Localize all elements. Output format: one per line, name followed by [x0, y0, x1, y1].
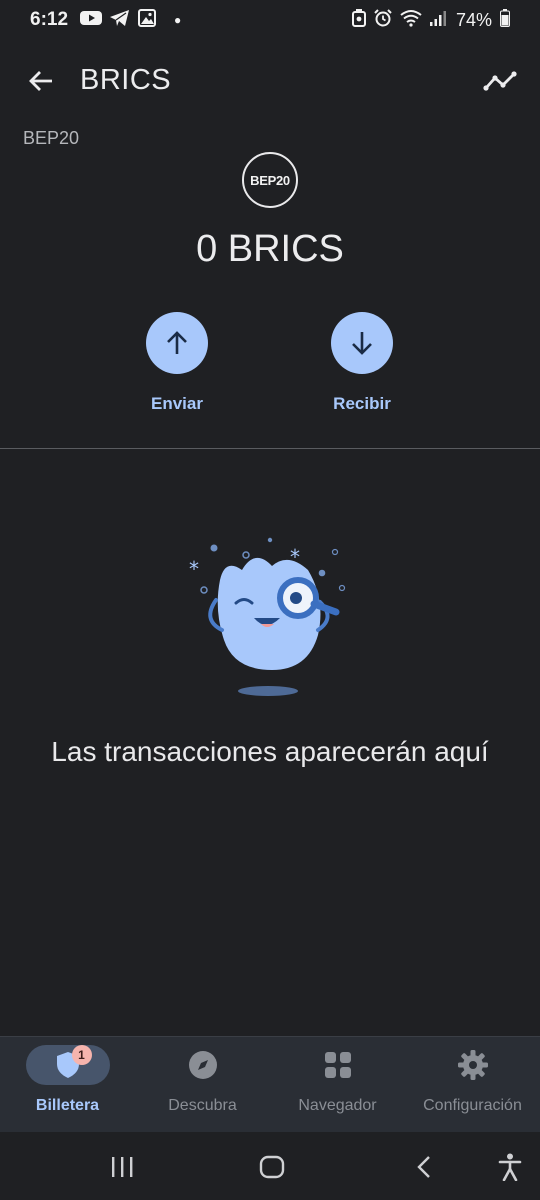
svg-text:*: * [189, 557, 199, 581]
nav-item-browser[interactable]: Navegador [270, 1045, 405, 1115]
nav-item-wallet[interactable]: 1 Billetera [0, 1045, 135, 1115]
empty-state-illustration: * * [180, 530, 360, 700]
nav-icon-wrap-settings[interactable] [431, 1045, 515, 1085]
alarm-icon [374, 8, 392, 32]
token-logo-text: BEP20 [250, 172, 290, 188]
receive-label[interactable]: Recibir [302, 394, 422, 414]
dot-icon: ● [174, 13, 182, 27]
youtube-icon [80, 10, 103, 31]
token-logo: BEP20 [242, 152, 298, 208]
divider [0, 448, 540, 449]
arrow-down-icon [352, 332, 372, 355]
telegram-icon [110, 9, 130, 32]
empty-state-message: Las transacciones aparecerán aquí [51, 736, 489, 767]
battery-percent: 74% [455, 9, 492, 30]
chevron-left-icon [417, 1156, 430, 1178]
grid-icon [324, 1052, 351, 1078]
wifi-icon [400, 9, 422, 32]
notification-badge: 1 [71, 1045, 92, 1065]
price-chart-button[interactable] [480, 62, 520, 100]
receive-button[interactable]: Recibir [302, 312, 422, 414]
nav-icon-wrap-discover[interactable] [161, 1045, 245, 1085]
nav-label-wallet[interactable]: Billetera [0, 1097, 135, 1115]
trend-line-icon [483, 71, 517, 91]
app-header: BRICS [0, 52, 540, 110]
home-icon [259, 1155, 285, 1179]
send-label[interactable]: Enviar [117, 394, 237, 414]
nav-item-settings[interactable]: Configuración [405, 1045, 540, 1115]
gear-icon [457, 1050, 488, 1080]
nav-label-discover[interactable]: Descubra [135, 1097, 270, 1115]
receive-circle[interactable] [331, 312, 393, 374]
bottom-nav: 1 Billetera Descubra Navegador Configura… [0, 1036, 540, 1132]
nav-label-settings[interactable]: Configuración [405, 1097, 540, 1115]
signal-icon [429, 9, 446, 32]
compass-icon [188, 1051, 217, 1079]
accessibility-button[interactable] [490, 1152, 530, 1182]
battery-icon [500, 8, 510, 32]
nav-label-browser[interactable]: Navegador [270, 1097, 405, 1115]
back-button[interactable] [22, 62, 60, 100]
send-circle[interactable] [146, 312, 208, 374]
image-icon [138, 8, 157, 32]
recent-apps-icon [112, 1157, 133, 1177]
recent-apps-button[interactable] [102, 1152, 142, 1182]
page-title: BRICS [80, 64, 172, 96]
network-label: BEP20 [23, 128, 80, 148]
token-balance: 0 BRICS [196, 228, 344, 270]
nav-icon-wrap-wallet[interactable]: 1 [25, 1045, 110, 1085]
system-nav-bar [0, 1132, 540, 1200]
status-time: 6:12 [30, 9, 69, 30]
status-bar: 6:12 ● 74% [0, 0, 540, 40]
nav-item-discover[interactable]: Descubra [135, 1045, 270, 1115]
home-button[interactable] [252, 1152, 292, 1182]
nav-icon-wrap-browser[interactable] [296, 1045, 380, 1085]
arrow-up-icon [167, 331, 187, 354]
arrow-left-icon [29, 71, 52, 91]
send-button[interactable]: Enviar [117, 312, 237, 414]
accessibility-icon [498, 1153, 522, 1181]
battery-saver-icon [351, 8, 366, 32]
system-back-button[interactable] [404, 1152, 444, 1182]
